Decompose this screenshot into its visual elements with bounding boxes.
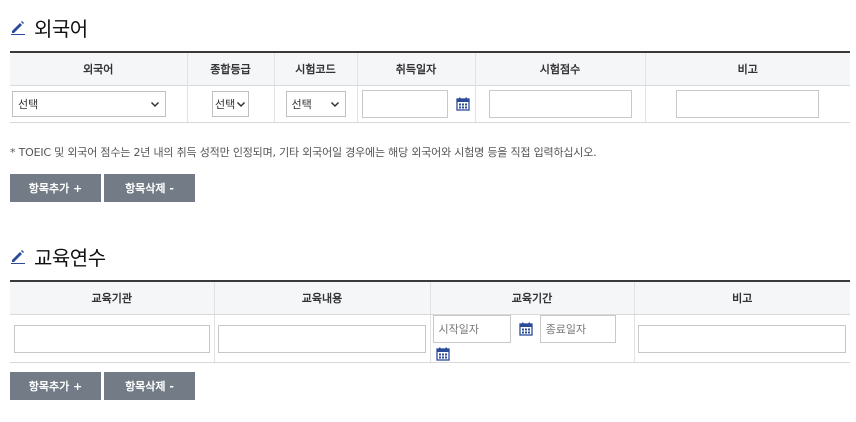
training-title: 교육연수 bbox=[34, 245, 106, 270]
header-period: 교육기간 bbox=[429, 280, 634, 315]
language-table-header: 외국어 종합등급 시험코드 취득일자 시험점수 비고 bbox=[10, 51, 850, 86]
cell-grade: 선택 bbox=[186, 85, 274, 123]
cell-test-score bbox=[474, 85, 645, 123]
cell-period: 시작일자 종료일자 bbox=[429, 314, 634, 363]
calendar-icon[interactable] bbox=[435, 347, 450, 361]
header-institution: 교육기관 bbox=[10, 280, 214, 315]
institution-input[interactable] bbox=[13, 324, 210, 353]
header-acquired-date: 취득일자 bbox=[356, 51, 475, 86]
grade-select-value: 선택 bbox=[215, 98, 236, 111]
calendar-icon[interactable] bbox=[456, 97, 470, 111]
test-score-input[interactable] bbox=[488, 90, 632, 118]
language-table: 외국어 종합등급 시험코드 취득일자 시험점수 비고 선택 선택 선택 bbox=[10, 51, 850, 123]
training-table: 교육기관 교육내용 교육기간 비고 시작일자 종료일자 bbox=[10, 280, 850, 363]
cell-content bbox=[213, 314, 430, 363]
header-test-score: 시험점수 bbox=[474, 51, 645, 86]
calendar-icon[interactable] bbox=[518, 322, 533, 336]
header-content: 교육내용 bbox=[213, 280, 430, 315]
chevron-down-icon bbox=[330, 101, 339, 108]
training-remarks-input[interactable] bbox=[638, 324, 847, 353]
language-select[interactable]: 선택 bbox=[12, 91, 166, 117]
language-button-row: 항목추가 + 항목삭제 - bbox=[10, 174, 195, 202]
header-test-code: 시험코드 bbox=[273, 51, 357, 86]
end-date-input[interactable]: 종료일자 bbox=[539, 315, 616, 343]
grade-select[interactable]: 선택 bbox=[212, 91, 249, 117]
language-title: 외국어 bbox=[34, 16, 88, 41]
test-code-select[interactable]: 선택 bbox=[285, 91, 346, 117]
language-section-title: 외국어 bbox=[10, 15, 88, 41]
acquired-date-input[interactable] bbox=[361, 90, 448, 118]
cell-test-code: 선택 bbox=[273, 85, 357, 123]
header-remarks: 비고 bbox=[644, 51, 850, 86]
test-code-select-value: 선택 bbox=[291, 98, 312, 111]
pencil-icon bbox=[11, 21, 25, 35]
training-delete-button[interactable]: 항목삭제 - bbox=[104, 372, 195, 400]
content-input[interactable] bbox=[218, 324, 426, 353]
cell-institution bbox=[10, 314, 214, 363]
table-row: 선택 선택 선택 bbox=[10, 85, 850, 123]
header-training-remarks: 비고 bbox=[633, 280, 850, 315]
table-row: 시작일자 종료일자 bbox=[10, 314, 850, 363]
language-delete-button[interactable]: 항목삭제 - bbox=[104, 174, 195, 202]
training-table-header: 교육기관 교육내용 교육기간 비고 bbox=[10, 280, 850, 315]
header-grade: 종합등급 bbox=[186, 51, 274, 86]
language-note: * TOEIC 및 외국어 점수는 2년 내의 취득 성적만 인정되며, 기타 … bbox=[10, 146, 597, 159]
chevron-down-icon bbox=[236, 101, 246, 108]
cell-acquired-date bbox=[356, 85, 475, 123]
cell-training-remarks bbox=[633, 314, 850, 363]
training-add-button[interactable]: 항목추가 + bbox=[10, 372, 101, 400]
cell-language: 선택 bbox=[10, 85, 187, 123]
language-add-button[interactable]: 항목추가 + bbox=[10, 174, 101, 202]
header-language: 외국어 bbox=[10, 51, 187, 86]
pencil-icon bbox=[11, 250, 25, 264]
language-select-value: 선택 bbox=[18, 98, 39, 111]
cell-remarks bbox=[644, 85, 850, 123]
language-remarks-input[interactable] bbox=[676, 90, 820, 118]
training-section-title: 교육연수 bbox=[10, 244, 106, 270]
start-date-input[interactable]: 시작일자 bbox=[432, 315, 511, 343]
chevron-down-icon bbox=[150, 101, 160, 108]
training-button-row: 항목추가 + 항목삭제 - bbox=[10, 372, 195, 400]
